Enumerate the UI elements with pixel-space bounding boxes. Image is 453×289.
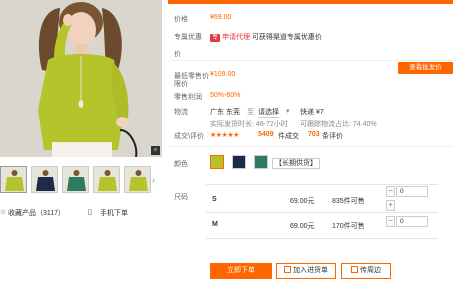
thumbnail-5[interactable] bbox=[124, 166, 151, 193]
express-fee: 快递 ¥7 bbox=[300, 109, 324, 116]
size-option: S bbox=[212, 196, 217, 203]
discount-row: 专属优惠 专 申请代理 可获得渠道专属优惠价 bbox=[174, 32, 322, 42]
chevron-right-icon[interactable]: › bbox=[152, 174, 160, 186]
discount-suffix: 价 bbox=[174, 51, 181, 58]
size-stock: 835件可售 bbox=[332, 198, 365, 205]
main-product-image[interactable]: ⌕ bbox=[0, 0, 162, 157]
magnifier-icon[interactable]: ⌕ bbox=[151, 146, 160, 155]
thumbnail-image bbox=[94, 167, 119, 192]
divider bbox=[168, 60, 453, 61]
size-price: 69.00元 bbox=[290, 198, 315, 205]
qty-increase-button[interactable]: + bbox=[386, 200, 395, 211]
discount-desc: 可获得渠道专属优惠价 bbox=[251, 34, 322, 41]
share-label: 传周边 bbox=[360, 267, 381, 274]
product-photo-illustration bbox=[0, 0, 162, 157]
size-label: 尺码 bbox=[174, 194, 188, 201]
qty-input[interactable]: 0 bbox=[396, 186, 428, 197]
thumbnail-1[interactable] bbox=[0, 166, 27, 193]
chevron-down-icon[interactable]: ▾ bbox=[286, 107, 290, 115]
price-row: 价格 ¥69.00 bbox=[174, 14, 231, 24]
divider bbox=[168, 146, 453, 147]
order-now-button[interactable]: 立即下单 bbox=[210, 263, 272, 279]
size-label-row: 尺码 bbox=[174, 192, 188, 202]
thumbnail-3[interactable] bbox=[62, 166, 89, 193]
favorite-link[interactable]: 收藏产品（3117） bbox=[8, 208, 65, 218]
long-supply-tag: 【长期供货】 bbox=[272, 158, 320, 169]
color-swatch-green[interactable] bbox=[210, 155, 224, 169]
thumbnail-image bbox=[1, 167, 26, 192]
rating-stars-icon: ★★★★★ bbox=[210, 132, 239, 139]
price-value: ¥69.00 bbox=[210, 14, 232, 21]
color-label-row: 颜色 bbox=[174, 159, 188, 169]
logistics-to-word: 至 bbox=[247, 109, 254, 116]
discount-badge: 专 bbox=[210, 34, 221, 42]
thumbnail-4[interactable] bbox=[93, 166, 120, 193]
thumbnail-image bbox=[63, 167, 88, 192]
reviews-count[interactable]: 703 bbox=[308, 131, 320, 138]
thumbnail-strip: › bbox=[0, 166, 162, 196]
retail-profit-value: 50%-60% bbox=[210, 92, 241, 99]
color-swatch-teal[interactable] bbox=[254, 155, 268, 169]
share-button[interactable]: 传周边 bbox=[341, 263, 391, 279]
mobile-order-link[interactable]: 手机下单 bbox=[100, 208, 128, 218]
mobile-icon: ▯ bbox=[88, 209, 92, 216]
qty-decrease-button[interactable]: − bbox=[386, 216, 395, 227]
size-table-divider bbox=[206, 212, 438, 213]
thumbnail-image bbox=[32, 167, 57, 192]
size-stock: 170件可售 bbox=[332, 223, 365, 230]
size-price: 69.00元 bbox=[290, 223, 315, 230]
apply-agent-link[interactable]: 申请代理 bbox=[222, 34, 250, 41]
size-table-top bbox=[206, 184, 438, 185]
add-to-cart-label: 加入进货单 bbox=[293, 267, 328, 274]
deals-label: 成交\评价 bbox=[174, 133, 204, 140]
thumbnail-2[interactable] bbox=[31, 166, 58, 193]
header-accent-bar bbox=[168, 0, 453, 4]
discount-content: 专 申请代理 可获得渠道专属优惠价 bbox=[210, 32, 322, 42]
thumbnail-image bbox=[125, 167, 150, 192]
share-icon bbox=[351, 266, 358, 273]
ship-time: 实际发货时长: 48-72小时 bbox=[210, 121, 288, 128]
destination-select[interactable]: 请选择 bbox=[258, 107, 279, 118]
cart-icon bbox=[284, 266, 291, 273]
retail-profit-row: 零售利润 50%-60% bbox=[174, 92, 240, 102]
logistics-from: 广东 东莞 bbox=[210, 109, 240, 116]
size-option: M bbox=[212, 221, 218, 228]
logistics-label: 物流 bbox=[174, 109, 188, 116]
logistics-row: 物流 广东 东莞 至 请选择 ▾ 快递 ¥7 bbox=[174, 107, 324, 118]
min-retail-value: ¥109.00 bbox=[210, 71, 236, 78]
view-wholesale-button[interactable]: 查看批发价 bbox=[398, 62, 453, 74]
add-to-cart-button[interactable]: 加入进货单 bbox=[276, 263, 336, 279]
deals-count[interactable]: 5409 bbox=[258, 131, 274, 138]
ship-rate: 可跟踪物流占比: 74.40% bbox=[300, 121, 377, 128]
min-retail-row-2: 限价 bbox=[174, 79, 188, 89]
size-table-bottom bbox=[206, 238, 438, 239]
qty-input[interactable]: 0 bbox=[396, 216, 428, 227]
color-swatch-navy[interactable] bbox=[232, 155, 246, 169]
reviews-unit: 条评价 bbox=[322, 133, 343, 140]
deals-unit: 件成交 bbox=[278, 133, 299, 140]
retail-profit-label: 零售利润 bbox=[174, 94, 202, 101]
deals-row: 成交\评价 ★★★★★ 5409 件成交 703 条评价 bbox=[174, 131, 343, 141]
price-label: 价格 bbox=[174, 16, 188, 23]
color-label: 颜色 bbox=[174, 161, 188, 168]
discount-label: 专属优惠 bbox=[174, 34, 202, 41]
gallery-footer: ☆ 收藏产品（3117） ▯ 手机下单 bbox=[0, 208, 162, 220]
star-icon: ☆ bbox=[0, 209, 7, 216]
discount-suffix-row: 价 bbox=[174, 49, 181, 59]
qty-decrease-button[interactable]: − bbox=[386, 186, 395, 197]
min-retail-label-2: 限价 bbox=[174, 81, 188, 88]
